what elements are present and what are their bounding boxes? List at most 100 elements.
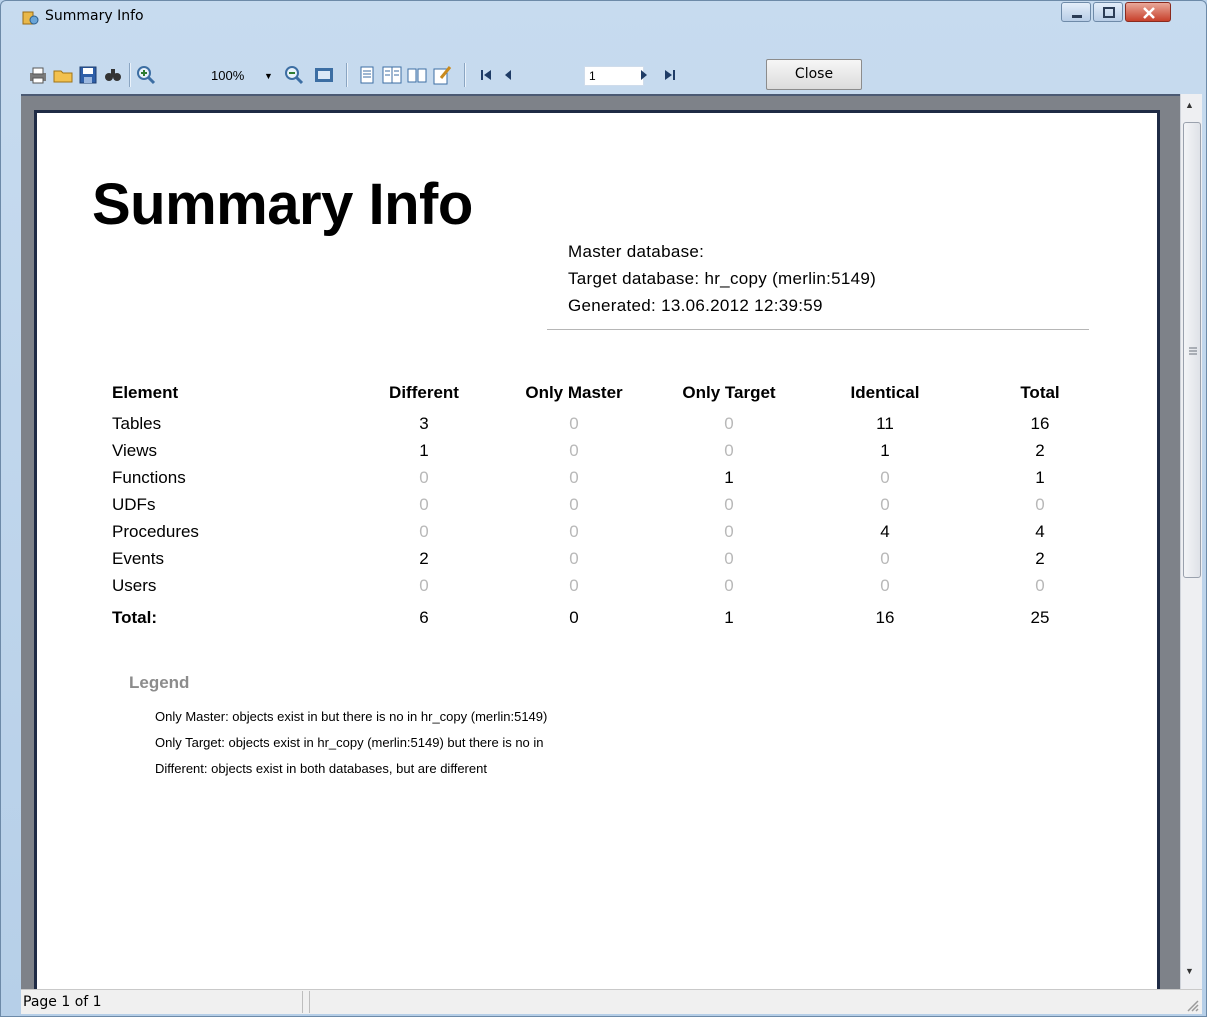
- table-row: Views 1 0 0 1 2: [112, 441, 1092, 465]
- column-header: Identical: [850, 383, 920, 402]
- cell-different: 2: [419, 549, 429, 568]
- cell-total: 4: [1035, 522, 1045, 541]
- report-preview-area: Summary Info Master database: Target dat…: [21, 94, 1180, 1000]
- single-page-icon[interactable]: [356, 64, 378, 86]
- cell-identical: 0: [880, 468, 890, 487]
- zoom-select[interactable]: 100% ▼: [209, 66, 277, 86]
- open-folder-icon[interactable]: [52, 64, 74, 86]
- cell-total: 2: [1035, 441, 1045, 460]
- column-header: Only Master: [525, 383, 623, 402]
- full-page-icon[interactable]: [313, 64, 335, 86]
- column-header: Only Target: [682, 383, 776, 402]
- cell-identical: 0: [880, 549, 890, 568]
- toolbar-separator: [129, 63, 130, 87]
- element-name: Views: [112, 441, 158, 460]
- cell-identical: 4: [880, 522, 890, 541]
- cell-only-target: 0: [724, 576, 734, 595]
- target-database-info: Target database: hr_copy (merlin:5149): [568, 269, 877, 288]
- close-window-button[interactable]: [1125, 2, 1171, 22]
- zoom-out-icon[interactable]: [283, 64, 305, 86]
- table-row: Functions 0 0 1 0 1: [112, 468, 1092, 492]
- cell-only-master: 0: [569, 576, 579, 595]
- column-header: Element: [112, 383, 179, 402]
- cell-identical: 11: [876, 414, 894, 433]
- element-name: Functions: [112, 468, 186, 487]
- report-page: Summary Info Master database: Target dat…: [34, 110, 1160, 1000]
- legend-only-master: Only Master: objects exist in but there …: [155, 709, 548, 724]
- cell-different: 0: [419, 468, 429, 487]
- cell-identical: 1: [880, 441, 890, 460]
- cell-only-target: 0: [724, 414, 734, 433]
- book-icon[interactable]: [406, 64, 428, 86]
- cell-only-target: 1: [724, 468, 734, 487]
- find-icon[interactable]: [102, 64, 124, 86]
- toolbar: 100% ▼ 1 Close: [21, 59, 1201, 92]
- cell-only-master: 0: [569, 522, 579, 541]
- title-bar: Summary Info: [1, 1, 1206, 31]
- cell-only-target: 0: [724, 549, 734, 568]
- page-status: Page 1 of 1: [21, 991, 303, 1013]
- table-header: Element Different Only Master Only Targe…: [112, 383, 1092, 407]
- column-header: Total: [1020, 383, 1060, 402]
- legend-title: Legend: [129, 673, 190, 692]
- divider: [547, 329, 1089, 330]
- minimize-button[interactable]: [1061, 2, 1091, 22]
- cell-only-master: 0: [569, 441, 579, 460]
- element-name: UDFs: [112, 495, 156, 514]
- cell-total: 0: [1035, 495, 1045, 514]
- cell-different: 3: [419, 414, 429, 433]
- table-row: Tables 3 0 0 11 16: [112, 414, 1092, 438]
- table-row: Events 2 0 0 0 2: [112, 549, 1092, 573]
- element-name: Events: [112, 549, 164, 568]
- cell-only-master: 0: [569, 495, 579, 514]
- toolbar-separator: [346, 63, 347, 87]
- chevron-down-icon: ▼: [264, 71, 273, 81]
- scrollbar-thumb[interactable]: [1183, 122, 1201, 578]
- next-page-icon[interactable]: [633, 64, 655, 86]
- element-name: Tables: [112, 414, 162, 433]
- total-row: Total: 6 0 1 16 25: [112, 608, 1092, 632]
- cell-total: 16: [1030, 414, 1050, 433]
- vertical-scrollbar[interactable]: ▲ ▼: [1180, 94, 1202, 989]
- table-row: Procedures 0 0 0 4 4: [112, 522, 1092, 546]
- app-icon: [21, 9, 39, 27]
- edit-page-icon[interactable]: [431, 64, 453, 86]
- cell-only-target: 0: [724, 495, 734, 514]
- resize-grip-icon[interactable]: [1185, 998, 1199, 1012]
- column-header: Different: [389, 383, 459, 402]
- last-page-icon[interactable]: [658, 64, 680, 86]
- cell-only-target: 0: [724, 522, 734, 541]
- cell-only-master: 0: [569, 549, 579, 568]
- cell-total: 0: [1035, 576, 1045, 595]
- zoom-in-icon[interactable]: [135, 64, 157, 86]
- first-page-icon[interactable]: [476, 64, 498, 86]
- previous-page-icon[interactable]: [497, 64, 519, 86]
- total-total: 25: [1030, 608, 1050, 627]
- two-pages-icon[interactable]: [381, 64, 403, 86]
- total-only-target: 1: [724, 608, 734, 627]
- cell-different: 0: [419, 522, 429, 541]
- cell-only-master: 0: [569, 414, 579, 433]
- status-panel: [309, 991, 1179, 1013]
- total-label: Total:: [112, 608, 158, 627]
- toolbar-separator: [464, 63, 465, 87]
- element-name: Procedures: [112, 522, 199, 541]
- save-icon[interactable]: [77, 64, 99, 86]
- scroll-up-icon[interactable]: ▲: [1185, 100, 1194, 110]
- close-button[interactable]: Close: [766, 59, 862, 90]
- cell-only-target: 0: [724, 441, 734, 460]
- cell-total: 1: [1035, 468, 1045, 487]
- grip-icon: [1189, 347, 1197, 355]
- table-row: Users 0 0 0 0 0: [112, 576, 1092, 600]
- print-icon[interactable]: [27, 64, 49, 86]
- window-title: Summary Info: [45, 8, 144, 24]
- master-database-info: Master database:: [568, 242, 705, 261]
- table-row: UDFs 0 0 0 0 0: [112, 495, 1092, 519]
- cell-different: 0: [419, 576, 429, 595]
- maximize-button[interactable]: [1093, 2, 1123, 22]
- legend-only-target: Only Target: objects exist in hr_copy (m…: [155, 735, 544, 750]
- generated-info: Generated: 13.06.2012 12:39:59: [568, 296, 823, 315]
- scroll-down-icon[interactable]: ▼: [1185, 966, 1194, 976]
- total-identical: 16: [875, 608, 895, 627]
- cell-different: 0: [419, 495, 429, 514]
